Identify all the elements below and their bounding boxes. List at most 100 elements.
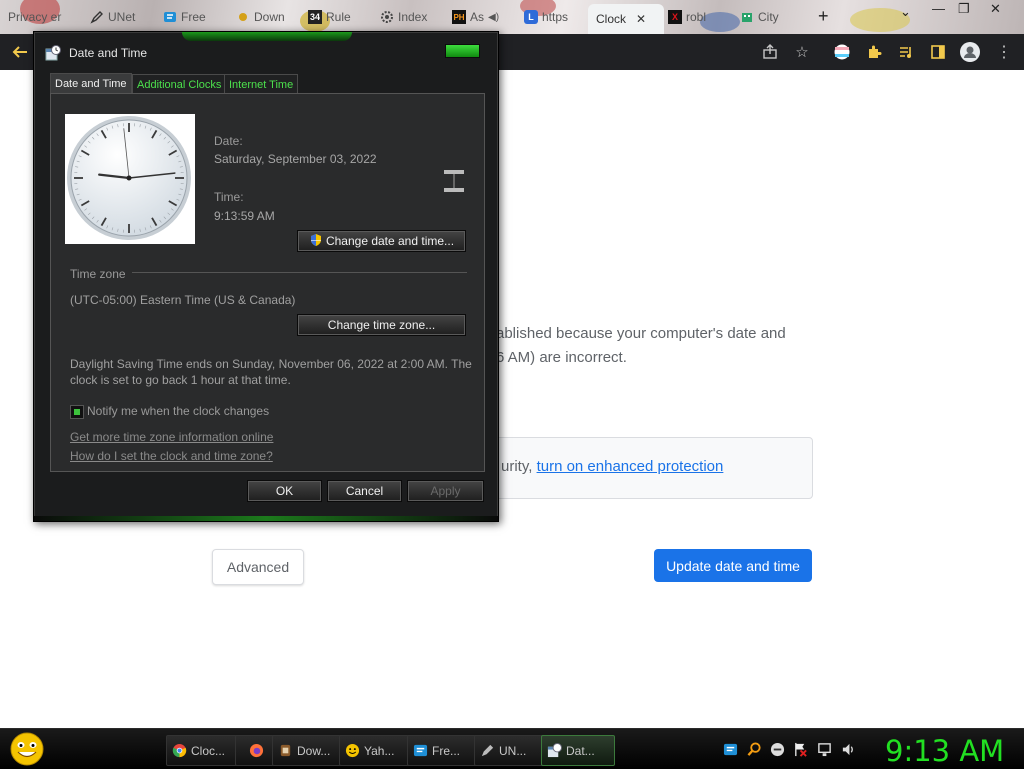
tray-search-icon[interactable] — [746, 741, 762, 757]
uac-shield-icon — [309, 233, 323, 250]
tray-minus-icon[interactable] — [769, 741, 785, 757]
change-date-time-button[interactable]: Change date and time... — [297, 230, 466, 252]
tab-additional-clocks[interactable]: Additional Clocks — [132, 74, 226, 94]
audio-icon[interactable]: ◀) — [488, 12, 499, 23]
analog-clock — [65, 114, 195, 244]
browser-tab[interactable]: Free — [163, 4, 223, 30]
date-time-panel: Date: Saturday, September 03, 2022 Time:… — [50, 93, 485, 472]
taskbar-item-yahoo[interactable]: Yah... — [339, 735, 413, 766]
chrome-icon — [172, 743, 187, 758]
tab-label: City — [758, 10, 779, 24]
tray-volume-icon[interactable] — [840, 741, 856, 757]
taskbar-item-download[interactable]: Dow... — [272, 735, 344, 766]
error-text-line: 6 AM) are incorrect. — [496, 346, 627, 370]
taskbar-item-unet[interactable]: UN... — [474, 735, 546, 766]
browser-tab[interactable]: Index — [380, 4, 442, 30]
browser-tab-strip: Privacy er UNet Free Down 34 Rule Index … — [0, 0, 1024, 34]
tab-internet-time[interactable]: Internet Time — [224, 74, 298, 94]
apply-button[interactable]: Apply — [407, 480, 484, 502]
clock-face-graphic — [65, 114, 195, 244]
taskbar-item-firefox[interactable] — [235, 735, 277, 766]
browser-tab[interactable]: Privacy er — [8, 4, 74, 30]
back-arrow-icon[interactable] — [10, 42, 30, 62]
browser-tab[interactable]: Down — [236, 4, 294, 30]
error-text-line: ablished because your computer's date an… — [496, 322, 786, 346]
side-panel-icon[interactable] — [928, 42, 948, 62]
profile-avatar-icon[interactable] — [960, 42, 980, 62]
date-value: Saturday, September 03, 2022 — [214, 152, 377, 166]
enhanced-protection-box: urity, turn on enhanced protection — [470, 437, 813, 499]
download-icon — [278, 743, 293, 758]
browser-tab[interactable]: 34 Rule — [308, 4, 368, 30]
share-icon[interactable] — [760, 42, 780, 62]
maximize-button[interactable]: ❐ — [958, 1, 970, 17]
tab-search-icon[interactable]: ⌄ — [900, 4, 911, 20]
taskbar-clock[interactable]: 9:13 AM — [885, 734, 1004, 768]
tab-label: Index — [398, 10, 427, 24]
checkbox-mark — [74, 409, 80, 415]
time-zone-info-link[interactable]: Get more time zone information online — [70, 430, 273, 444]
tab-label: UNet — [108, 10, 135, 24]
tab-label: Down — [254, 10, 285, 24]
datetime-icon — [45, 45, 61, 61]
enhanced-protection-link[interactable]: turn on enhanced protection — [537, 458, 724, 475]
taskbar-label: Dat... — [566, 744, 595, 758]
stack-icon — [413, 743, 428, 758]
bookmark-star-icon[interactable]: ☆ — [792, 42, 812, 62]
tray-flag-icon[interactable] — [792, 741, 808, 757]
protection-text: urity, — [501, 458, 537, 475]
section-divider — [132, 272, 467, 273]
smiley-icon — [345, 743, 360, 758]
close-dialog-button[interactable] — [445, 44, 480, 58]
taskbar-item-free[interactable]: Fre... — [407, 735, 481, 766]
dialog-title: Date and Time — [69, 46, 147, 60]
tab-label: As — [470, 10, 484, 24]
browser-tab-active[interactable]: Clock ✕ — [588, 4, 664, 34]
tab-label: https — [542, 10, 568, 24]
taskbar-label: Fre... — [432, 744, 460, 758]
ok-button[interactable]: OK — [247, 480, 322, 502]
taskbar-label: Cloc... — [191, 744, 225, 758]
x-icon: X — [668, 10, 682, 24]
cancel-button[interactable]: Cancel — [327, 480, 402, 502]
time-value: 9:13:59 AM — [214, 209, 275, 223]
minimize-button[interactable]: — — [932, 1, 945, 16]
taskbar-label: Dow... — [297, 744, 330, 758]
media-controls-icon[interactable] — [896, 42, 916, 62]
clock-help-link[interactable]: How do I set the clock and time zone? — [70, 449, 273, 463]
browser-tab[interactable]: L https — [524, 4, 582, 30]
start-button[interactable] — [8, 731, 46, 767]
rule34-icon: 34 — [308, 10, 322, 24]
tab-label: Privacy er — [8, 10, 61, 24]
browser-tab[interactable]: PH As ◀) — [452, 4, 510, 30]
date-label: Date: — [214, 134, 243, 148]
tab-date-and-time[interactable]: Date and Time — [50, 73, 132, 94]
taskbar-item-chrome[interactable]: Cloc... — [166, 735, 240, 766]
update-date-time-button[interactable]: Update date and time — [654, 549, 812, 582]
close-window-button[interactable]: ✕ — [990, 1, 1001, 17]
menu-kebab-icon[interactable]: ⋮ — [994, 42, 1014, 62]
browser-tab[interactable]: City — [740, 4, 798, 30]
extensions-puzzle-icon[interactable] — [864, 42, 884, 62]
advanced-button[interactable]: Advanced — [212, 549, 304, 585]
stack-icon — [163, 10, 177, 24]
dst-info-line: Daylight Saving Time ends on Sunday, Nov… — [70, 357, 472, 371]
notify-label: Notify me when the clock changes — [87, 404, 269, 418]
time-zone-value: (UTC-05:00) Eastern Time (US & Canada) — [70, 293, 295, 307]
taskbar-item-date-time[interactable]: Dat... — [541, 735, 615, 766]
profile-flag-icon[interactable] — [832, 42, 852, 62]
title-glow — [182, 32, 352, 41]
browser-tab[interactable]: X robl — [668, 4, 724, 30]
new-tab-button[interactable]: + — [818, 6, 829, 27]
tray-network-icon[interactable] — [816, 741, 832, 757]
change-time-zone-button[interactable]: Change time zone... — [297, 314, 466, 336]
taskbar-label: UN... — [499, 744, 526, 758]
notify-checkbox[interactable] — [70, 405, 84, 419]
close-tab-icon[interactable]: ✕ — [636, 12, 646, 26]
tray-stack-icon[interactable] — [722, 741, 738, 757]
spin-control-icon[interactable] — [443, 169, 465, 193]
ph-icon: PH — [452, 10, 466, 24]
browser-tab[interactable]: UNet — [90, 4, 150, 30]
gear-icon — [380, 10, 394, 24]
bottom-glow — [34, 516, 498, 521]
